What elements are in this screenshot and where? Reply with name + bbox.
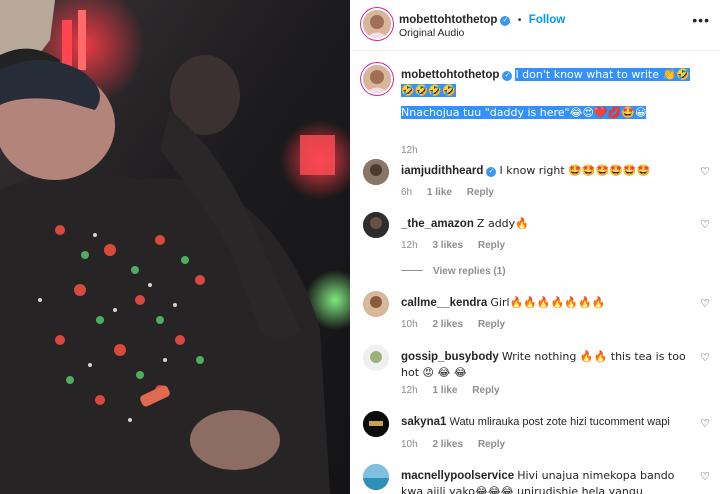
view-replies-label: View replies (1) [433,266,506,277]
comment-time: 12h [401,240,418,251]
comment-likes[interactable]: 1 like [432,385,457,396]
like-heart-icon[interactable]: ♡ [700,297,710,310]
reply-button[interactable]: Reply [472,385,499,396]
comment-time: 10h [401,439,418,450]
follow-button[interactable]: Follow [529,14,565,26]
caption-time: 12h [401,145,418,156]
caption-avatar-image [363,65,391,93]
author-avatar[interactable] [363,10,391,38]
comment-meta: 10h 2 likes Reply [401,439,517,450]
commenter-avatar-image [363,345,389,371]
commenter-avatar-image [363,212,389,238]
like-heart-icon[interactable]: ♡ [700,470,710,483]
commenter-username[interactable]: sakyna1 [401,416,446,428]
audio-label[interactable]: Original Audio [399,27,464,39]
dot-separator: • [517,15,522,26]
commenter-username[interactable]: iamjudithheard [401,165,483,177]
comment-text: Watu mlirauka post zote hizi tucomment w… [449,416,670,428]
comment-time: 10h [401,319,418,330]
verified-badge-icon: ✓ [486,167,497,177]
comment-text: Z addy🔥 [476,217,529,230]
video-player[interactable] [0,0,350,494]
like-heart-icon[interactable]: ♡ [700,351,710,364]
post-side-panel: mobettohtothetop ✓ • Follow Original Audi… [351,0,720,494]
comment-likes[interactable]: 3 likes [432,240,463,251]
post-header: mobettohtothetop ✓ • Follow Original Audi… [351,0,720,51]
commenter-username[interactable]: macnellypoolservice [401,470,514,482]
comment-text: I know right 🤩🤩🤩🤩🤩🤩 [499,164,651,177]
author-avatar-image [363,10,391,38]
commenter-avatar[interactable] [363,159,389,185]
like-heart-icon[interactable]: ♡ [700,417,710,430]
verified-badge-icon: ✓ [502,71,513,81]
commenter-avatar[interactable] [363,464,389,490]
author-username[interactable]: mobettohtothetop [399,14,497,26]
comment-text: Girl🔥🔥🔥🔥🔥🔥🔥 [490,296,606,309]
commenter-username[interactable]: callme__kendra [401,297,487,309]
commenter-avatar[interactable] [363,291,389,317]
caption-avatar[interactable] [363,65,391,93]
comment-meta: 6h 1 like Reply [401,187,506,198]
caption-line-2: Nnachojua tuu "daddy is here"😂😍❤️💋🤩😀 [401,106,647,119]
comment-likes[interactable]: 2 likes [432,319,463,330]
reply-button[interactable]: Reply [478,439,505,450]
comment-meta: 12h 3 likes Reply [401,240,517,251]
comment-time: 6h [401,187,413,198]
commenter-avatar[interactable] [363,411,389,437]
commenter-avatar-image [363,291,389,317]
comments-list[interactable]: mobettohtothetop ✓ I don't know what to w… [351,51,720,494]
comment-likes[interactable]: 2 likes [432,439,463,450]
reply-button[interactable]: Reply [478,240,505,251]
like-heart-icon[interactable]: ♡ [700,218,710,231]
comment-likes[interactable]: 1 like [427,187,452,198]
caption-username[interactable]: mobettohtothetop [401,69,499,81]
more-options-icon[interactable]: ••• [692,12,710,28]
view-replies-button[interactable]: View replies (1) [401,266,506,277]
like-heart-icon[interactable]: ♡ [700,165,710,178]
commenter-avatar-image [363,159,389,185]
commenter-avatar-image [363,464,389,490]
view-replies-line [401,270,423,271]
reply-button[interactable]: Reply [478,319,505,330]
reply-button[interactable]: Reply [467,187,494,198]
comment-meta: 12h 1 like Reply [401,385,512,396]
commenter-avatar[interactable] [363,212,389,238]
commenter-username[interactable]: gossip_busybody [401,351,499,363]
video-frame [0,0,350,494]
comment-meta: 10h 2 likes Reply [401,319,517,330]
commenter-avatar[interactable] [363,345,389,371]
comment-time: 12h [401,385,418,396]
verified-badge-icon: ✓ [500,16,511,26]
instagram-post-view: mobettohtothetop ✓ • Follow Original Audi… [0,0,720,494]
commenter-avatar-image [363,411,389,437]
commenter-username[interactable]: _the_amazon [401,218,474,230]
